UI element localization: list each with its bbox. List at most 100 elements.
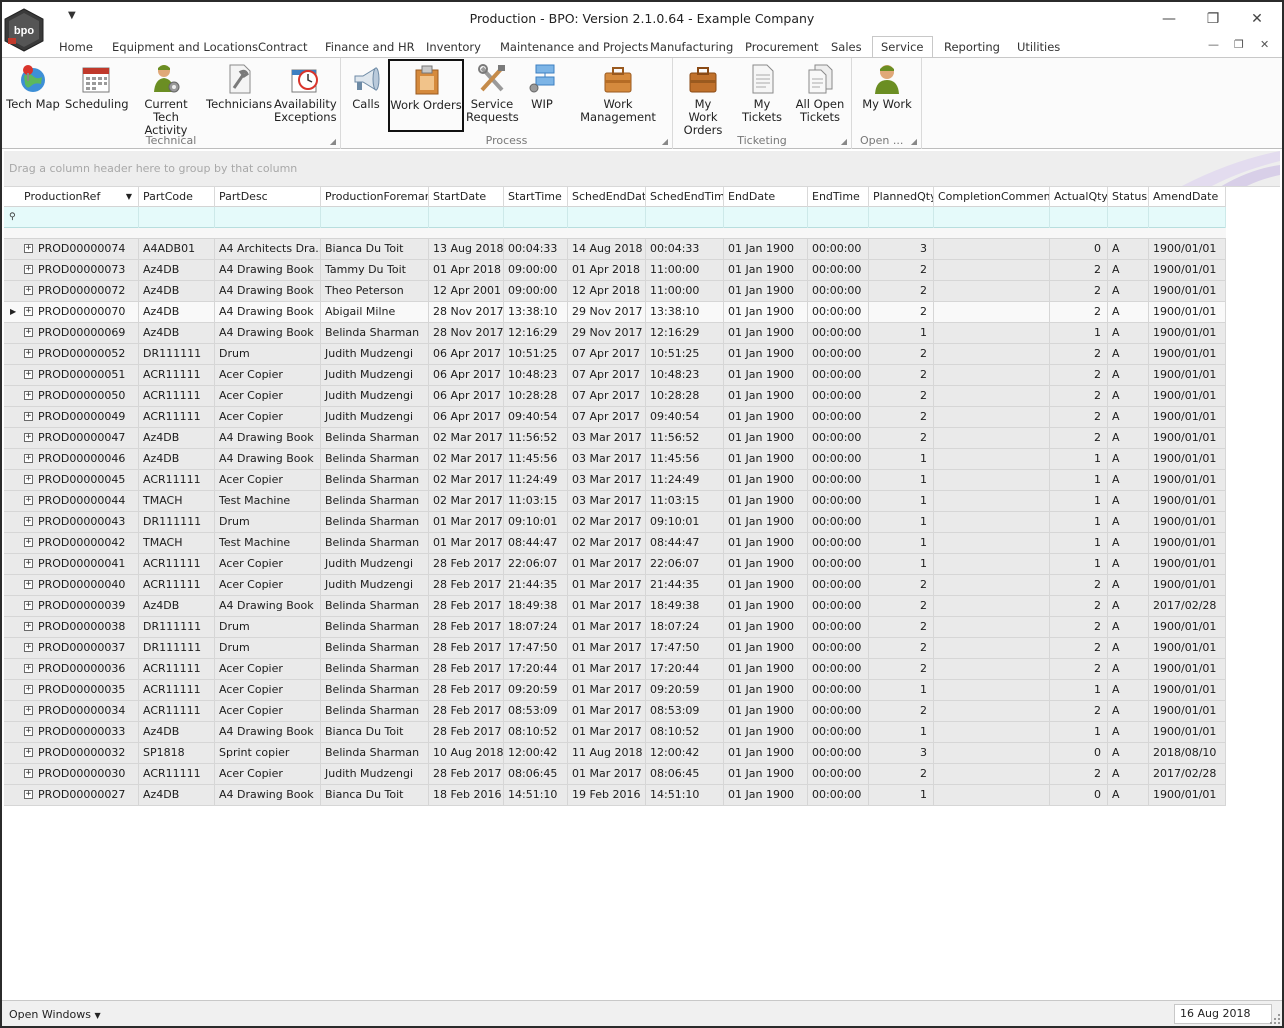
cell-end-time[interactable]: 00:00:00 [808,785,869,805]
cell-sched-end-time[interactable]: 17:47:50 [646,638,724,658]
tab-reporting[interactable]: Reporting [936,39,1008,58]
cell-completion-comments[interactable] [934,638,1050,658]
cell-start-time[interactable]: 17:47:50 [504,638,568,658]
cell-sched-end-date[interactable]: 01 Mar 2017 [568,659,646,679]
cell-status[interactable]: A [1108,323,1149,343]
cell-part-desc[interactable]: Acer Copier [215,407,321,427]
cell-part-code[interactable]: ACR11111 [139,365,215,385]
cell-production-foreman[interactable]: Belinda Sharman [321,743,429,763]
cell-amend-date[interactable]: 1900/01/01 [1149,344,1226,364]
cell-start-time[interactable]: 12:16:29 [504,323,568,343]
column-header-amend-date[interactable]: AmendDate [1149,187,1226,207]
cell-completion-comments[interactable] [934,365,1050,385]
cell-production-foreman[interactable]: Judith Mudzengi [321,386,429,406]
table-row[interactable]: + PROD00000037 DR111111 Drum Belinda Sharman… [4,638,1226,659]
cell-planned-qty[interactable]: 2 [869,386,934,406]
cell-production-foreman[interactable]: Belinda Sharman [321,449,429,469]
cell-actual-qty[interactable]: 1 [1050,491,1108,511]
cell-part-desc[interactable]: Test Machine [215,533,321,553]
cell-end-time[interactable]: 00:00:00 [808,239,869,259]
cell-status[interactable]: A [1108,680,1149,700]
app-logo-icon[interactable]: bpo [4,8,44,52]
cell-part-code[interactable]: Az4DB [139,323,215,343]
cell-production-foreman[interactable]: Judith Mudzengi [321,365,429,385]
cell-start-time[interactable]: 08:53:09 [504,701,568,721]
cell-end-date[interactable]: 01 Jan 1900 [724,239,808,259]
cell-part-desc[interactable]: A4 Drawing Book [215,302,321,322]
cell-start-time[interactable]: 11:56:52 [504,428,568,448]
cell-part-code[interactable]: Az4DB [139,785,215,805]
cell-start-date[interactable]: 13 Aug 2018 [429,239,504,259]
cell-start-date[interactable]: 28 Feb 2017 [429,764,504,784]
column-header-status[interactable]: Status [1108,187,1149,207]
expand-row-icon[interactable]: + [24,664,33,673]
cell-completion-comments[interactable] [934,722,1050,742]
cell-start-time[interactable]: 10:48:23 [504,365,568,385]
cell-part-code[interactable]: Az4DB [139,428,215,448]
cell-end-date[interactable]: 01 Jan 1900 [724,323,808,343]
cell-production-foreman[interactable]: Belinda Sharman [321,659,429,679]
group-launcher-icon[interactable]: ◢ [841,137,847,146]
cell-completion-comments[interactable] [934,302,1050,322]
filter-cell-end-time[interactable] [808,207,869,228]
cell-planned-qty[interactable]: 1 [869,785,934,805]
cell-production-foreman[interactable]: Judith Mudzengi [321,344,429,364]
cell-part-desc[interactable]: Drum [215,638,321,658]
cell-start-date[interactable]: 28 Nov 2017 [429,323,504,343]
cell-end-date[interactable]: 01 Jan 1900 [724,533,808,553]
cell-sched-end-time[interactable]: 11:45:56 [646,449,724,469]
cell-end-date[interactable]: 01 Jan 1900 [724,470,808,490]
cell-sched-end-date[interactable]: 01 Mar 2017 [568,554,646,574]
cell-production-ref[interactable]: PROD00000069 [34,323,139,343]
cell-actual-qty[interactable]: 1 [1050,470,1108,490]
cell-production-foreman[interactable]: Belinda Sharman [321,533,429,553]
cell-end-time[interactable]: 00:00:00 [808,449,869,469]
table-row[interactable]: + PROD00000044 TMACH Test Machine Belinda Sh… [4,491,1226,512]
cell-start-date[interactable]: 28 Feb 2017 [429,617,504,637]
cell-completion-comments[interactable] [934,428,1050,448]
cell-part-desc[interactable]: Acer Copier [215,386,321,406]
cell-start-time[interactable]: 10:28:28 [504,386,568,406]
cell-production-foreman[interactable]: Bianca Du Toit [321,239,429,259]
cell-production-foreman[interactable]: Belinda Sharman [321,512,429,532]
cell-start-date[interactable]: 28 Feb 2017 [429,659,504,679]
cell-sched-end-date[interactable]: 07 Apr 2017 [568,407,646,427]
table-row[interactable]: + PROD00000046 Az4DB A4 Drawing Book Belinda… [4,449,1226,470]
cell-end-date[interactable]: 01 Jan 1900 [724,407,808,427]
cell-actual-qty[interactable]: 1 [1050,449,1108,469]
cell-status[interactable]: A [1108,785,1149,805]
cell-sched-end-time[interactable]: 08:53:09 [646,701,724,721]
cell-end-time[interactable]: 00:00:00 [808,617,869,637]
cell-start-time[interactable]: 09:00:00 [504,260,568,280]
cell-start-time[interactable]: 11:03:15 [504,491,568,511]
cell-end-time[interactable]: 00:00:00 [808,659,869,679]
cell-part-code[interactable]: Az4DB [139,260,215,280]
cell-amend-date[interactable]: 2017/02/28 [1149,596,1226,616]
expand-row-icon[interactable]: + [24,433,33,442]
cell-end-date[interactable]: 01 Jan 1900 [724,743,808,763]
table-row[interactable]: + PROD00000043 DR111111 Drum Belinda Sharman… [4,512,1226,533]
cell-planned-qty[interactable]: 1 [869,449,934,469]
cell-planned-qty[interactable]: 2 [869,365,934,385]
cell-part-code[interactable]: ACR11111 [139,407,215,427]
cell-start-time[interactable]: 00:04:33 [504,239,568,259]
cell-start-time[interactable]: 11:24:49 [504,470,568,490]
cell-production-ref[interactable]: PROD00000039 [34,596,139,616]
cell-start-time[interactable]: 12:00:42 [504,743,568,763]
cell-start-time[interactable]: 08:10:52 [504,722,568,742]
cell-status[interactable]: A [1108,449,1149,469]
cell-part-desc[interactable]: A4 Drawing Book [215,722,321,742]
cell-completion-comments[interactable] [934,449,1050,469]
cell-start-date[interactable]: 02 Mar 2017 [429,428,504,448]
column-header-sched-end-date[interactable]: SchedEndDate [568,187,646,207]
table-row[interactable]: ▶ + PROD00000070 Az4DB A4 Drawing Book Abigai… [4,302,1226,323]
column-header-production-foreman[interactable]: ProductionForeman [321,187,429,207]
cell-part-code[interactable]: A4ADB01 [139,239,215,259]
cell-start-date[interactable]: 28 Feb 2017 [429,554,504,574]
cell-production-foreman[interactable]: Belinda Sharman [321,323,429,343]
cell-start-time[interactable]: 21:44:35 [504,575,568,595]
cell-sched-end-date[interactable]: 07 Apr 2017 [568,344,646,364]
cell-start-time[interactable]: 22:06:07 [504,554,568,574]
cell-end-time[interactable]: 00:00:00 [808,407,869,427]
cell-production-foreman[interactable]: Judith Mudzengi [321,575,429,595]
